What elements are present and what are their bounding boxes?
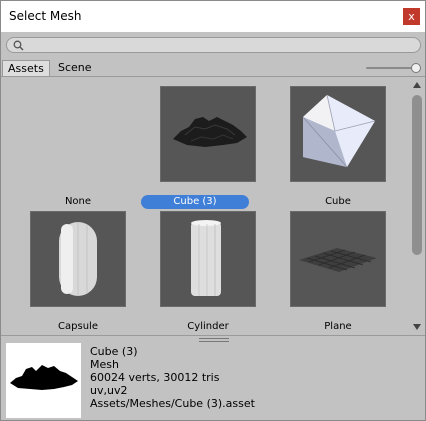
- search-icon: [13, 40, 24, 51]
- grid-item-capsule[interactable]: Capsule: [19, 212, 129, 342]
- grid-item-cube-3[interactable]: Cube (3): [141, 87, 259, 217]
- icon-size-slider[interactable]: [366, 63, 421, 73]
- asset-grid: None Cube (3) Cube Capsule Cylinder Plan…: [1, 77, 409, 335]
- grid-item-label: Cube (3): [141, 195, 249, 209]
- vertical-scrollbar[interactable]: [409, 77, 425, 335]
- tab-scene[interactable]: Scene: [53, 60, 97, 76]
- grid-item-label: Cylinder: [187, 321, 229, 332]
- empty-thumbnail: [31, 87, 125, 181]
- select-mesh-window: Select Mesh x Assets Scene None Cube (3)…: [0, 0, 426, 421]
- grid-item-label: None: [64, 196, 92, 207]
- splitter-handle[interactable]: [1, 335, 425, 342]
- scroll-up-icon[interactable]: [413, 82, 421, 88]
- title-bar[interactable]: Select Mesh x: [1, 1, 425, 32]
- search-row: [1, 32, 425, 59]
- grid-item-cube[interactable]: Cube: [279, 87, 389, 217]
- mesh-preview-image: [6, 343, 81, 418]
- close-button[interactable]: x: [403, 8, 420, 25]
- capsule-mesh-icon: [31, 212, 125, 306]
- search-input[interactable]: [27, 38, 407, 52]
- search-field[interactable]: [6, 37, 421, 53]
- scroll-down-icon[interactable]: [413, 324, 421, 330]
- slider-track: [366, 67, 416, 69]
- grid-item-none[interactable]: None: [19, 87, 129, 217]
- scrollbar-thumb[interactable]: [412, 95, 422, 255]
- cube-mesh-icon: [291, 87, 385, 181]
- mesh-uvs: uv,uv2: [90, 384, 128, 397]
- grid-item-label: Plane: [324, 321, 352, 332]
- grid-item-label: Capsule: [58, 321, 98, 332]
- window-title: Select Mesh: [9, 9, 82, 23]
- plane-mesh-icon: [291, 212, 385, 306]
- cylinder-mesh-icon: [161, 212, 255, 306]
- terrain-mesh-icon: [161, 87, 255, 181]
- preview-panel: Cube (3) Mesh 60024 verts, 30012 tris uv…: [1, 342, 425, 420]
- mesh-stats: 60024 verts, 30012 tris: [90, 371, 220, 384]
- tab-assets[interactable]: Assets: [2, 60, 50, 76]
- mesh-type: Mesh: [90, 358, 119, 371]
- mesh-path: Assets/Meshes/Cube (3).asset: [90, 397, 255, 410]
- mesh-info: Cube (3) Mesh 60024 verts, 30012 tris uv…: [90, 345, 255, 410]
- grid-item-label: Cube: [325, 196, 351, 207]
- grid-item-plane[interactable]: Plane: [279, 212, 389, 342]
- mesh-name: Cube (3): [90, 345, 138, 358]
- grid-item-cylinder[interactable]: Cylinder: [149, 212, 259, 342]
- slider-handle[interactable]: [411, 63, 421, 73]
- tab-bar: Assets Scene: [1, 59, 425, 77]
